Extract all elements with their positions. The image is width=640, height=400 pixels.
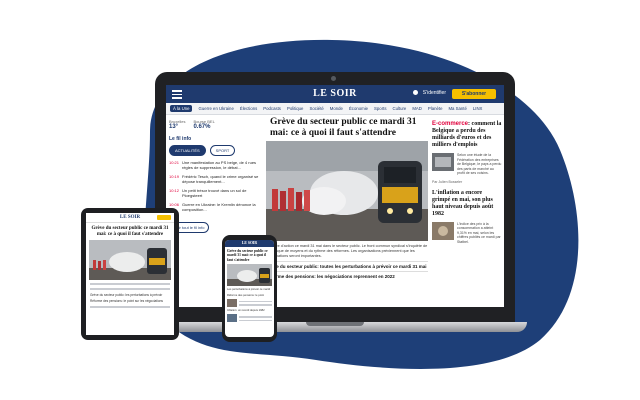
tablet-bullet[interactable]: Réforme des pensions: le point sur les n… (90, 299, 170, 303)
nav-item-ukraine[interactable]: Guerre en Ukraine (198, 106, 233, 111)
nav-item-podcasts[interactable]: Podcasts (263, 106, 281, 111)
markets-value: 0.67% (193, 124, 211, 130)
feed-text: Frédéric Tesch, quand le crime organisé … (182, 174, 259, 184)
phone-story-photo[interactable] (227, 264, 272, 287)
nav-item-societe[interactable]: Société (309, 106, 323, 111)
site-header: LE SOIR S'identifier S'abonner (166, 85, 504, 103)
sidebar-photo[interactable] (432, 153, 454, 171)
phone-bullet[interactable]: Inflation: un record depuis 1982 (227, 309, 272, 312)
text-line (239, 319, 272, 322)
phone-thumb (227, 298, 237, 307)
feed-text: Guerre en Ukraine: le Kremlin dénonce la… (182, 202, 256, 212)
sidebar-photo[interactable] (432, 221, 454, 240)
nav-item-politique[interactable]: Politique (287, 106, 303, 111)
feed-title: Le fil info (169, 136, 192, 142)
phone: LE SOIR Grève du secteur public ce mardi… (222, 235, 277, 342)
tab-actualites[interactable]: ACTUALITÉS (169, 145, 206, 156)
nav-item-linx[interactable]: LINX (473, 106, 483, 111)
related-link[interactable]: Grève du secteur public: toutes les pert… (266, 261, 428, 269)
nav-item-culture[interactable]: Culture (392, 106, 406, 111)
weather-widget: Bruxelles 13° Bourse BEL 0.67% (169, 119, 261, 130)
feed-item[interactable]: 10:06 Guerre en Ukraine: le Kremlin déno… (169, 202, 261, 212)
main-story-photo[interactable] (266, 141, 428, 241)
sidebar-text: L'indice des prix à la consommation a at… (457, 221, 501, 244)
phone-headline[interactable]: Grève du secteur public ce mardi 31 mai:… (227, 249, 272, 262)
feed-text: Une manifestation au PS belge, de 4 rues… (182, 160, 257, 170)
main-headline[interactable]: Grève du secteur public ce mardi 31 mai:… (270, 117, 420, 139)
tab-sport[interactable]: SPORT (209, 145, 236, 156)
tablet-header: LE SOIR (86, 213, 174, 223)
phone-screen: LE SOIR Grève du secteur public ce mardi… (225, 240, 274, 337)
tablet-subscribe-button[interactable] (157, 215, 171, 220)
nav-item-sports[interactable]: Sports (374, 106, 386, 111)
phone-bullet[interactable]: Réforme des pensions: le point (227, 294, 272, 297)
nav-item-une[interactable]: À la Une (170, 105, 193, 112)
laptop-notch (306, 322, 364, 326)
tablet-screen: LE SOIR Grève du secteur public ce mardi… (86, 213, 174, 335)
phone-story-row[interactable] (227, 314, 272, 323)
laptop: LE SOIR S'identifier S'abonner À la Une … (155, 72, 515, 322)
sidebar-text: Selon une étude de la Fédération des ent… (457, 153, 502, 175)
right-column: E-commerce: comment la Belgique a perdu … (432, 121, 502, 248)
main-story: Grève du secteur public ce mardi 31 mai:… (266, 117, 428, 279)
phone-thumb (227, 314, 237, 323)
left-column: Bruxelles 13° Bourse BEL 0.67% Le fil in… (169, 117, 261, 234)
phone-bullet[interactable]: Les perturbations à prévoir ce mardi (227, 288, 272, 291)
feed-time: 10:21 (169, 160, 180, 165)
nav-item-elections[interactable]: Élections (240, 106, 257, 111)
text-line (239, 316, 272, 318)
text-line (239, 304, 272, 306)
phone-story-row[interactable] (227, 298, 272, 307)
feed-item[interactable]: 10:12 Un petit trésor trouvé dans un sol… (169, 188, 261, 198)
feed-time: 10:19 (169, 174, 180, 179)
sidebar-story-body: Selon une étude de la Fédération des ent… (432, 153, 502, 176)
feed-item[interactable]: 10:19 Frédéric Tesch, quand le crime org… (169, 174, 261, 184)
sidebar-story-body: L'indice des prix à la consommation a at… (432, 221, 502, 245)
sidebar-headline[interactable]: E-commerce: comment la Belgique a perdu … (432, 121, 502, 149)
feed-tabs: ACTUALITÉS SPORT (169, 145, 261, 156)
main-lead: Journée d'action ce mardi 31 mai dans le… (266, 244, 428, 258)
feed-text: Un petit trésor trouvé dans un sol de Pl… (182, 188, 247, 198)
user-icon[interactable] (413, 90, 418, 95)
nav-item-sante[interactable]: Ma Santé (448, 106, 466, 111)
text-line (90, 306, 170, 308)
sidebar-tag: E-commerce (432, 121, 469, 127)
feed-time: 10:12 (169, 188, 180, 193)
text-line (90, 288, 170, 290)
tablet-headline[interactable]: Grève du secteur public ce mardi 31 mai:… (89, 226, 171, 238)
weather-value: 13° (169, 124, 179, 130)
feed-item[interactable]: 10:21 Une manifestation au PS belge, de … (169, 160, 261, 170)
site-nav: À la Une Guerre en Ukraine Élections Pod… (166, 103, 504, 115)
nav-item-monde[interactable]: Monde (330, 106, 343, 111)
sidebar-headline[interactable]: L'inflation a encore grimpé en mai, son … (432, 190, 502, 218)
subscribe-button[interactable]: S'abonner (452, 89, 496, 99)
camera-icon (331, 76, 336, 81)
tablet-bullet[interactable]: Grève du secteur public: les perturbatio… (90, 293, 170, 297)
nav-item-mad[interactable]: MAD (412, 106, 422, 111)
laptop-screen: LE SOIR S'identifier S'abonner À la Une … (166, 85, 504, 307)
login-link[interactable]: S'identifier (423, 90, 446, 96)
nav-item-planete[interactable]: Planète (428, 106, 443, 111)
text-line (239, 300, 272, 303)
phone-logo[interactable]: LE SOIR (225, 240, 274, 247)
related-link[interactable]: Réforme des pensions: les négociations r… (266, 271, 428, 279)
tablet: LE SOIR Grève du secteur public ce mardi… (81, 208, 179, 340)
tablet-story-photo[interactable] (89, 240, 171, 280)
nav-item-economie[interactable]: Économie (349, 106, 368, 111)
sidebar-author: Par Julien Bosseler (432, 179, 463, 184)
tablet-logo[interactable]: LE SOIR (120, 215, 140, 220)
text-line (90, 283, 170, 285)
